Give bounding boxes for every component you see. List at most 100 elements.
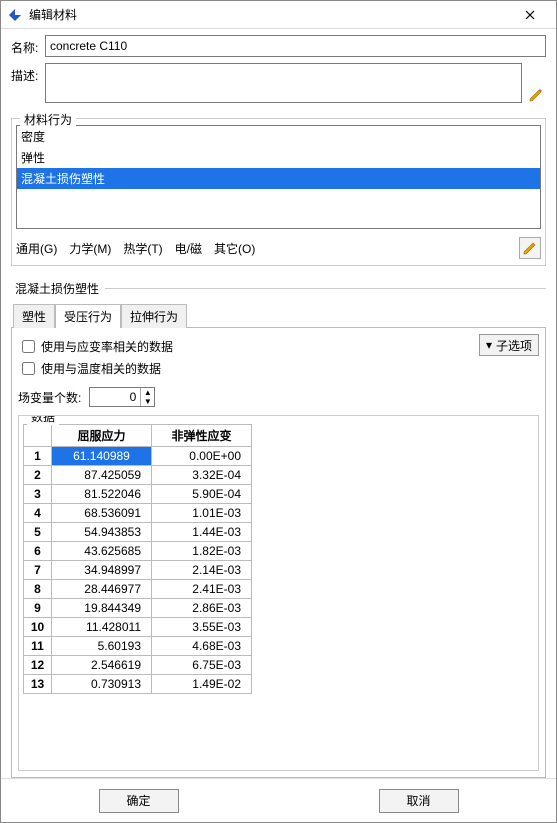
row-number[interactable]: 4 bbox=[24, 504, 52, 523]
temperature-checkbox-row[interactable]: 使用与温度相关的数据 bbox=[18, 359, 479, 378]
row-number[interactable]: 7 bbox=[24, 561, 52, 580]
cell-stress[interactable]: 81.522046 bbox=[52, 485, 152, 504]
table-row[interactable]: 919.8443492.86E-03 bbox=[24, 599, 252, 618]
cell-stress[interactable]: 43.625685 bbox=[52, 542, 152, 561]
cell-stress[interactable]: 2.546619 bbox=[52, 656, 152, 675]
tab[interactable]: 拉伸行为 bbox=[121, 304, 187, 328]
field-vars-input[interactable] bbox=[90, 388, 140, 406]
cell-strain[interactable]: 1.82E-03 bbox=[152, 542, 252, 561]
cell-strain[interactable]: 3.32E-04 bbox=[152, 466, 252, 485]
tab[interactable]: 受压行为 bbox=[55, 304, 121, 328]
row-number[interactable]: 9 bbox=[24, 599, 52, 618]
row-number[interactable]: 6 bbox=[24, 542, 52, 561]
cell-strain[interactable]: 6.75E-03 bbox=[152, 656, 252, 675]
cell-stress[interactable]: 19.844349 bbox=[52, 599, 152, 618]
table-row[interactable]: 734.9489972.14E-03 bbox=[24, 561, 252, 580]
cell-stress[interactable]: 11.428011 bbox=[52, 618, 152, 637]
tabs: 塑性受压行为拉伸行为 bbox=[13, 303, 546, 327]
cell-stress[interactable]: 0.730913 bbox=[52, 675, 152, 694]
table-row[interactable]: 287.4250593.32E-04 bbox=[24, 466, 252, 485]
cell-stress[interactable]: 5.60193 bbox=[52, 637, 152, 656]
table-row[interactable]: 554.9438531.44E-03 bbox=[24, 523, 252, 542]
strain-rate-checkbox-row[interactable]: 使用与应变率相关的数据 bbox=[18, 337, 479, 356]
triangle-down-icon: ▾ bbox=[486, 338, 492, 352]
cell-stress[interactable]: 28.446977 bbox=[52, 580, 152, 599]
menu-general[interactable]: 通用(G) bbox=[16, 240, 57, 257]
behavior-item[interactable]: 弹性 bbox=[17, 147, 540, 168]
desc-label: 描述: bbox=[11, 63, 45, 84]
cell-strain[interactable]: 4.68E-03 bbox=[152, 637, 252, 656]
menu-thermal[interactable]: 热学(T) bbox=[123, 240, 162, 257]
table-row[interactable]: 643.6256851.82E-03 bbox=[24, 542, 252, 561]
table-row[interactable]: 161.1409890.00E+00 bbox=[24, 447, 252, 466]
cell-strain[interactable]: 2.14E-03 bbox=[152, 561, 252, 580]
temperature-label: 使用与温度相关的数据 bbox=[41, 360, 161, 377]
behavior-item[interactable]: 密度 bbox=[17, 126, 540, 147]
cell-strain[interactable]: 3.55E-03 bbox=[152, 618, 252, 637]
cancel-button[interactable]: 取消 bbox=[379, 789, 459, 813]
edit-description-button[interactable] bbox=[526, 63, 546, 103]
section-title: 混凝土损伤塑性 bbox=[11, 280, 105, 297]
material-editor-window: 编辑材料 名称: 描述: 材料行为 密度弹性混凝土损伤塑性 通用(G) 力学(M… bbox=[0, 0, 557, 823]
spinner-up[interactable]: ▲ bbox=[140, 388, 154, 397]
row-number[interactable]: 2 bbox=[24, 466, 52, 485]
ok-button[interactable]: 确定 bbox=[99, 789, 179, 813]
tab[interactable]: 塑性 bbox=[13, 304, 55, 328]
delete-behavior-button[interactable] bbox=[519, 237, 541, 259]
table-row[interactable]: 381.5220465.90E-04 bbox=[24, 485, 252, 504]
table-row[interactable]: 468.5360911.01E-03 bbox=[24, 504, 252, 523]
row-number[interactable]: 1 bbox=[24, 447, 52, 466]
menu-other[interactable]: 其它(O) bbox=[214, 240, 255, 257]
content: 名称: 描述: 材料行为 密度弹性混凝土损伤塑性 通用(G) 力学(M) 热学(… bbox=[1, 29, 556, 778]
table-row[interactable]: 1011.4280113.55E-03 bbox=[24, 618, 252, 637]
behavior-list[interactable]: 密度弹性混凝土损伤塑性 bbox=[16, 125, 541, 229]
cell-stress[interactable]: 34.948997 bbox=[52, 561, 152, 580]
col-strain[interactable]: 非弹性应变 bbox=[152, 425, 252, 447]
field-vars-spinner[interactable]: ▲ ▼ bbox=[89, 387, 155, 407]
suboptions-button[interactable]: ▾ 子选项 bbox=[479, 334, 539, 356]
cell-strain[interactable]: 1.49E-02 bbox=[152, 675, 252, 694]
cell-stress[interactable]: 68.536091 bbox=[52, 504, 152, 523]
menu-electromagnetic[interactable]: 电/磁 bbox=[175, 240, 202, 257]
table-row[interactable]: 122.5466196.75E-03 bbox=[24, 656, 252, 675]
spinner-down[interactable]: ▼ bbox=[140, 397, 154, 406]
titlebar: 编辑材料 bbox=[1, 1, 556, 29]
cell-strain[interactable]: 5.90E-04 bbox=[152, 485, 252, 504]
pencil-icon bbox=[528, 87, 544, 103]
behavior-group-title: 材料行为 bbox=[20, 111, 76, 128]
close-button[interactable] bbox=[510, 1, 550, 28]
cell-strain[interactable]: 2.86E-03 bbox=[152, 599, 252, 618]
behavior-item[interactable]: 混凝土损伤塑性 bbox=[17, 168, 540, 189]
cell-stress[interactable]: 61.140989 bbox=[52, 447, 152, 466]
row-number[interactable]: 12 bbox=[24, 656, 52, 675]
cell-strain[interactable]: 2.41E-03 bbox=[152, 580, 252, 599]
data-group: 数据 屈服应力 非弹性应变 161.1409890.00E+00287.4250… bbox=[18, 415, 539, 771]
row-number[interactable]: 8 bbox=[24, 580, 52, 599]
cell-stress[interactable]: 54.943853 bbox=[52, 523, 152, 542]
cell-strain[interactable]: 1.01E-03 bbox=[152, 504, 252, 523]
row-number[interactable]: 13 bbox=[24, 675, 52, 694]
description-textarea[interactable] bbox=[45, 63, 522, 103]
table-row[interactable]: 115.601934.68E-03 bbox=[24, 637, 252, 656]
row-number[interactable]: 10 bbox=[24, 618, 52, 637]
row-number[interactable]: 5 bbox=[24, 523, 52, 542]
menu-mechanical[interactable]: 力学(M) bbox=[69, 240, 111, 257]
cell-strain[interactable]: 0.00E+00 bbox=[152, 447, 252, 466]
app-icon bbox=[7, 7, 23, 23]
row-number[interactable]: 3 bbox=[24, 485, 52, 504]
data-table[interactable]: 屈服应力 非弹性应变 161.1409890.00E+00287.4250593… bbox=[23, 424, 252, 694]
cell-strain[interactable]: 1.44E-03 bbox=[152, 523, 252, 542]
strain-rate-checkbox[interactable] bbox=[22, 340, 35, 353]
close-icon bbox=[525, 10, 535, 20]
tab-body: 使用与应变率相关的数据 使用与温度相关的数据 ▾ 子选项 场变量个数: bbox=[11, 327, 546, 778]
behavior-menus: 通用(G) 力学(M) 热学(T) 电/磁 其它(O) bbox=[16, 235, 541, 261]
table-row[interactable]: 828.4469772.41E-03 bbox=[24, 580, 252, 599]
cell-stress[interactable]: 87.425059 bbox=[52, 466, 152, 485]
row-number[interactable]: 11 bbox=[24, 637, 52, 656]
col-stress[interactable]: 屈服应力 bbox=[52, 425, 152, 447]
window-title: 编辑材料 bbox=[29, 6, 510, 23]
table-row[interactable]: 130.7309131.49E-02 bbox=[24, 675, 252, 694]
name-input[interactable] bbox=[45, 35, 546, 57]
temperature-checkbox[interactable] bbox=[22, 362, 35, 375]
section-header: 混凝土损伤塑性 bbox=[11, 280, 546, 297]
